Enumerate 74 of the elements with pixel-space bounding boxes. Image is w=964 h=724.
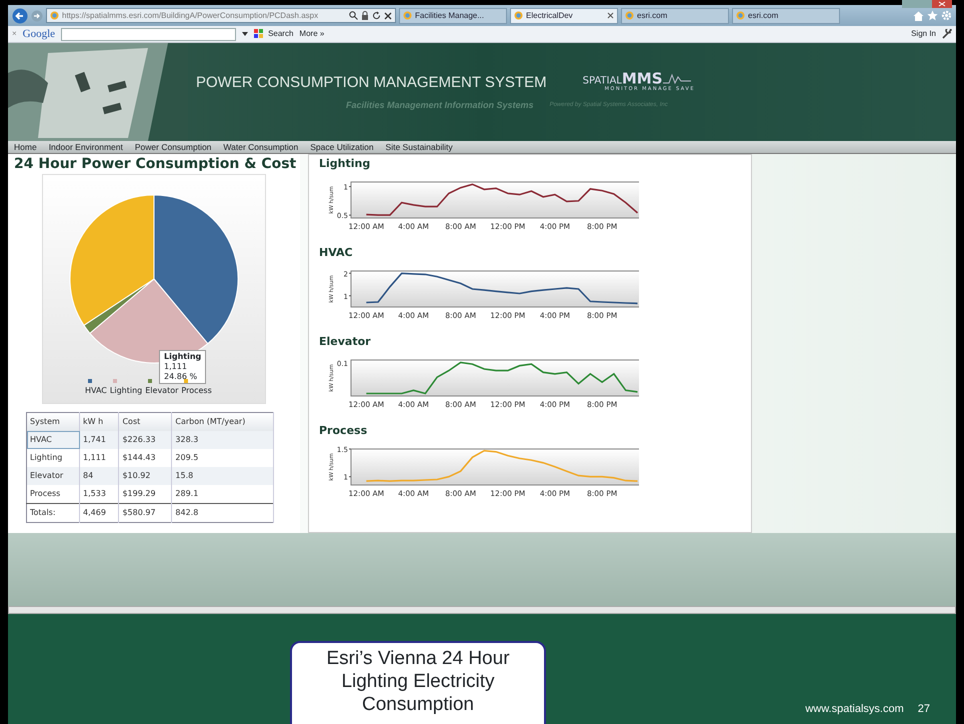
- nav-link[interactable]: Home: [14, 140, 37, 154]
- nav-link[interactable]: Power Consumption: [134, 140, 212, 154]
- website-text: www.spatialsys.com: [805, 702, 904, 717]
- table-cell[interactable]: Elevator: [26, 467, 80, 485]
- forward-icon[interactable]: [31, 10, 43, 22]
- globe-icon: [514, 11, 523, 20]
- legend-label: Elevator: [145, 385, 178, 397]
- address-bar[interactable]: https://spatialmms.esri.com/BuildingA/PowerConsumption/PCDash.aspx: [46, 8, 396, 23]
- settings-icon[interactable]: [941, 10, 952, 21]
- callout-box: Esri’s Vienna 24 Hour Lighting Electricity Consumption: [290, 641, 546, 724]
- globe-icon: [403, 11, 412, 20]
- close-icon: [384, 12, 392, 20]
- brand-logo: Google: [22, 26, 56, 42]
- logo-text: SPATIAL: [582, 74, 622, 86]
- nav-link[interactable]: Site Sustainability: [386, 140, 453, 154]
- browser-tab[interactable]: esri.com: [732, 8, 840, 24]
- nav-link[interactable]: Indoor Environment: [48, 140, 123, 154]
- pie-slice[interactable]: [70, 194, 154, 326]
- legend-swatch: [112, 379, 117, 383]
- chart-tooltip: Lighting 1,111 24.86 %: [159, 350, 206, 384]
- horizontal-scrollbar[interactable]: [8, 606, 956, 614]
- home-icon[interactable]: [913, 10, 924, 20]
- wrench-icon[interactable]: [942, 29, 952, 39]
- legend-swatch: [184, 379, 188, 383]
- table-cell: 15.8: [172, 467, 274, 485]
- chart-title: Lighting: [319, 157, 372, 170]
- search-icon: [349, 11, 358, 20]
- chart-title: Process: [319, 424, 368, 437]
- sign-in-link[interactable]: Sign In: [911, 28, 936, 40]
- browser-tab[interactable]: ElectricalDev: [510, 8, 618, 24]
- table-cell: 84: [80, 467, 119, 485]
- nav-link[interactable]: Space Utilization: [310, 140, 374, 154]
- total-cell: $580.97: [118, 504, 172, 522]
- refresh-icon: [372, 11, 381, 20]
- star-icon[interactable]: [927, 10, 938, 21]
- panel-title: 24 Hour Power Consumption & Cost: [14, 156, 294, 172]
- total-cell: Totals:: [26, 504, 80, 522]
- pie-slice[interactable]: [154, 194, 238, 344]
- search-field[interactable]: [61, 28, 236, 40]
- browser-tab[interactable]: esri.com: [621, 8, 729, 24]
- wave-icon: [662, 72, 691, 85]
- window-controls-icon: [902, 0, 952, 8]
- total-cell: 4,469: [80, 504, 119, 522]
- legend-swatch: [148, 379, 152, 383]
- caret-icon: [242, 32, 248, 36]
- total-cell: 842.8: [172, 504, 274, 522]
- address-text: https://spatialmms.esri.com/BuildingA/PowerConsumption/PCDash.aspx: [62, 10, 320, 22]
- nav-link[interactable]: Water Consumption: [223, 140, 298, 154]
- grid-icon: [254, 29, 264, 39]
- legend-label: Process: [181, 385, 212, 397]
- globe-icon: [50, 11, 59, 20]
- table-cell: 1,741: [80, 431, 119, 449]
- system-title: POWER CONSUMPTION MANAGEMENT SYSTEM: [196, 73, 547, 93]
- more-button[interactable]: More »: [299, 28, 324, 40]
- logo-text: MMS: [622, 68, 663, 87]
- slide-number: 27: [918, 702, 930, 717]
- pie-slice[interactable]: [89, 278, 208, 364]
- globe-icon: [625, 11, 634, 20]
- column-header: System: [26, 412, 80, 431]
- legend-swatch: [88, 379, 92, 383]
- table-cell: $226.33: [118, 431, 172, 449]
- back-icon[interactable]: [12, 8, 28, 24]
- browser-tab[interactable]: Facilities Manage...: [399, 8, 507, 24]
- table-cell[interactable]: HVAC: [26, 431, 80, 449]
- chart-title: HVAC: [319, 246, 354, 259]
- subtitle: Facilities Management Information Systems: [346, 98, 534, 112]
- globe-icon: [736, 11, 745, 20]
- table-cell: 328.3: [172, 431, 274, 449]
- search-button[interactable]: Search: [254, 28, 294, 40]
- legend-label: HVAC: [85, 385, 107, 397]
- table-cell: $10.92: [118, 467, 172, 485]
- lock-icon: [361, 11, 369, 20]
- legend-label: Lighting: [110, 385, 142, 397]
- chart-title: Elevator: [319, 335, 372, 348]
